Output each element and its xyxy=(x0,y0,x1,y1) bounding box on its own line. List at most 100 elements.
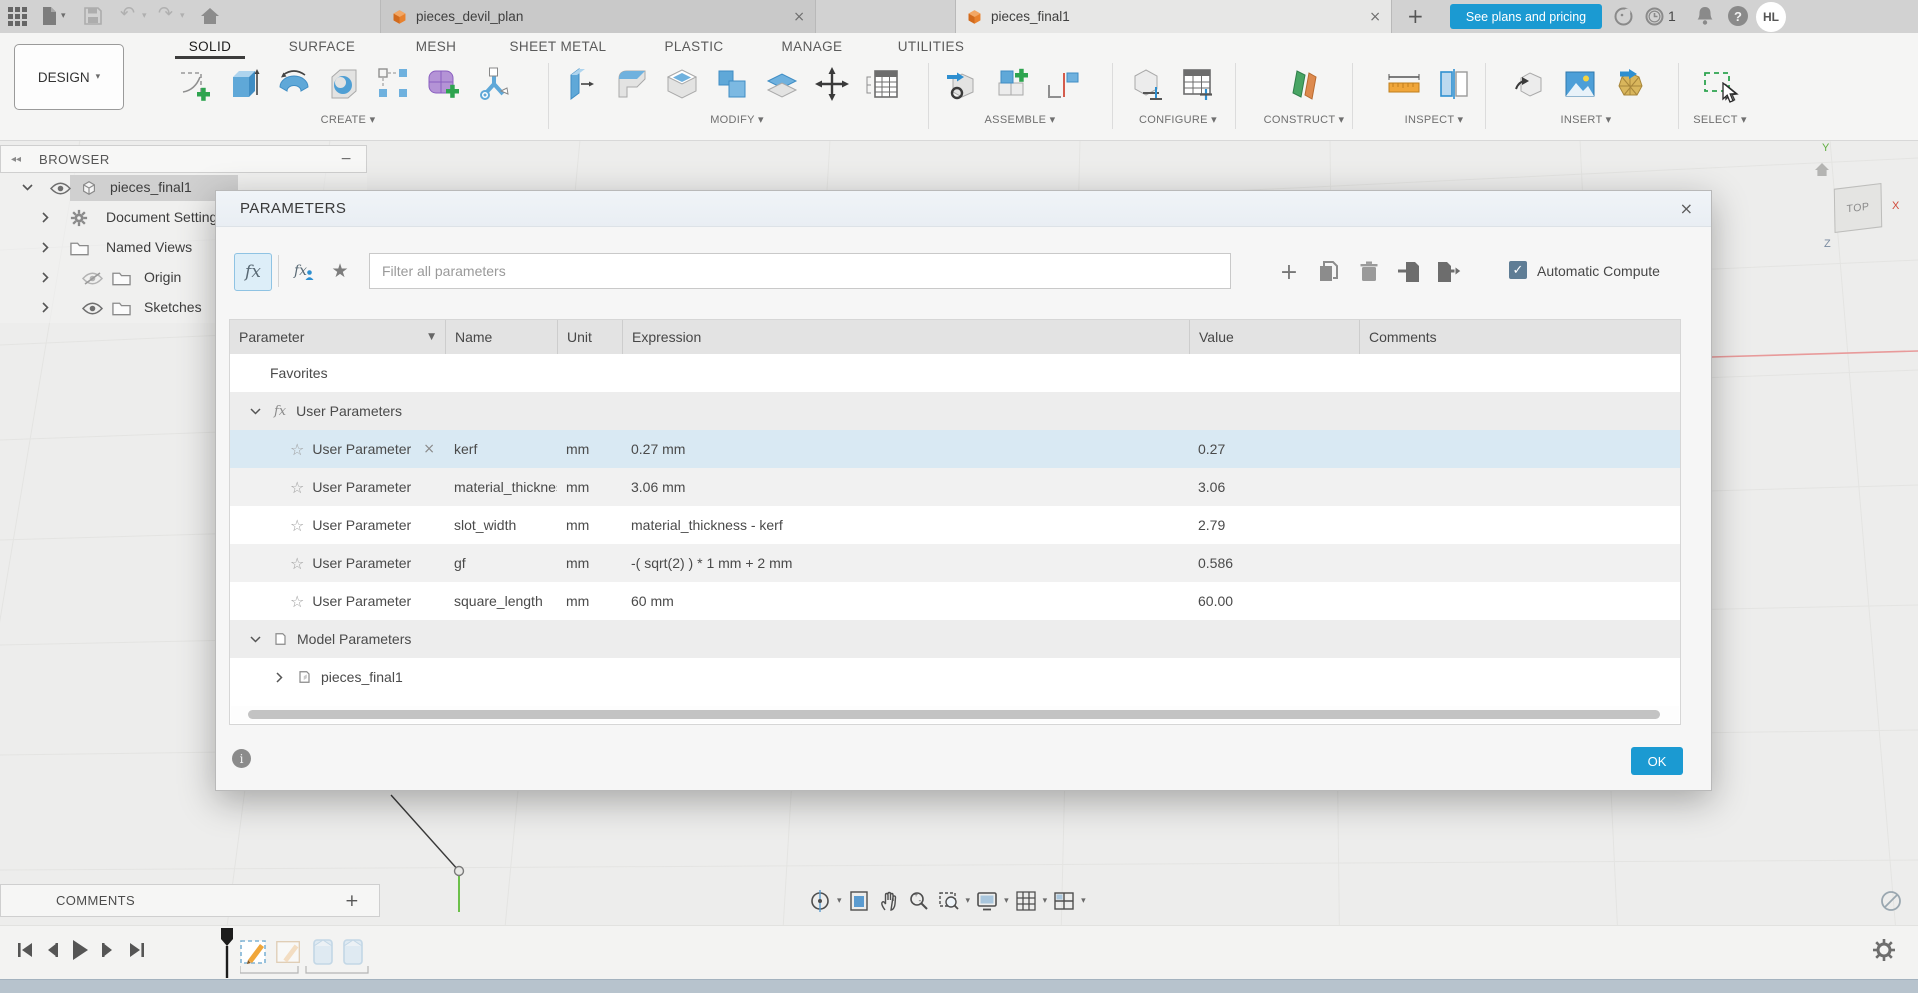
dialog-info-icon[interactable]: i xyxy=(232,749,251,768)
timeline-feature-sketch2-icon[interactable] xyxy=(274,936,304,968)
favorite-star-icon[interactable]: ☆ xyxy=(290,516,304,535)
save-icon[interactable] xyxy=(84,7,102,25)
ribbon-tab-plastic[interactable]: PLASTIC xyxy=(664,39,723,54)
viewports-caret-icon[interactable]: ▾ xyxy=(1081,896,1086,906)
group-label-construct[interactable]: CONSTRUCT ▾ xyxy=(1262,113,1346,126)
column-header-name[interactable]: Name xyxy=(445,320,557,354)
browser-item-label[interactable]: Sketches xyxy=(144,299,202,315)
add-parameter-icon[interactable]: + xyxy=(1276,259,1302,285)
group-label-select[interactable]: SELECT ▾ xyxy=(1690,113,1750,126)
visibility-eye-icon[interactable] xyxy=(82,302,103,315)
job-status-icon[interactable] xyxy=(1645,7,1664,26)
configuration-table-icon[interactable] xyxy=(1176,60,1220,108)
parameter-name[interactable]: slot_width xyxy=(445,517,557,533)
column-header-parameter[interactable]: Parameter▼ xyxy=(230,320,445,354)
group-label-assemble[interactable]: ASSEMBLE ▾ xyxy=(940,113,1100,126)
parameter-expression[interactable]: 60 mm xyxy=(622,593,1189,609)
timeline-playhead-marker[interactable] xyxy=(218,927,236,979)
dialog-close-icon[interactable]: × xyxy=(1680,199,1693,218)
canvas-image-icon[interactable] xyxy=(1558,60,1602,108)
model-parameters-group-row[interactable]: Model Parameters xyxy=(230,620,1680,658)
chevron-right-icon[interactable] xyxy=(42,302,49,313)
sort-caret-icon[interactable]: ▼ xyxy=(428,332,435,342)
pan-icon[interactable] xyxy=(876,888,902,914)
scrollbar-thumb[interactable] xyxy=(248,710,1660,719)
dialog-titlebar[interactable]: PARAMETERS xyxy=(216,191,1711,227)
grid-snap-icon[interactable] xyxy=(1013,888,1039,914)
parameter-unit[interactable]: mm xyxy=(557,593,622,609)
browser-item-label[interactable]: Origin xyxy=(144,269,181,285)
parameter-unit[interactable]: mm xyxy=(557,441,622,457)
change-parameters-icon[interactable] xyxy=(860,60,904,108)
plans-pricing-button[interactable]: See plans and pricing xyxy=(1450,4,1602,29)
parameter-row-material-thickness[interactable]: ☆ User Parameter material_thickness mm 3… xyxy=(230,468,1680,506)
insert-derive-icon[interactable] xyxy=(1508,60,1552,108)
user-parameters-group-row[interactable]: fx User Parameters xyxy=(230,392,1680,430)
viewcube[interactable]: Y TOP X Z xyxy=(1808,150,1913,260)
delete-row-icon[interactable]: × xyxy=(423,441,435,457)
look-at-icon[interactable] xyxy=(846,888,872,914)
parameter-name[interactable]: kerf xyxy=(445,441,557,457)
parameter-unit[interactable]: mm xyxy=(557,479,622,495)
comment-indicator-icon[interactable] xyxy=(1880,890,1902,912)
chevron-right-icon[interactable] xyxy=(276,672,283,683)
sketch-line[interactable] xyxy=(391,795,459,871)
timeline-step-forward-icon[interactable] xyxy=(100,942,116,958)
undo-icon[interactable]: ↶ xyxy=(120,3,135,24)
tab-close-icon[interactable]: × xyxy=(1369,9,1381,25)
viewcube-home-icon[interactable] xyxy=(1814,162,1830,178)
delete-parameter-icon[interactable] xyxy=(1356,259,1382,285)
ribbon-tab-solid[interactable]: SOLID xyxy=(189,39,232,54)
parameter-row-kerf[interactable]: ☆ User Parameter × kerf mm 0.27 mm 0.27 xyxy=(230,430,1680,468)
browser-item-label[interactable]: pieces_final1 xyxy=(110,179,192,195)
timeline-feature-extrude1-icon[interactable] xyxy=(310,936,338,968)
export-parameters-icon[interactable] xyxy=(1436,259,1462,285)
insert-component-icon[interactable] xyxy=(940,60,984,108)
construct-plane-icon[interactable] xyxy=(1282,60,1326,108)
settings-gear-icon[interactable] xyxy=(1872,938,1896,962)
orbit-icon[interactable] xyxy=(807,888,833,914)
file-menu-icon[interactable] xyxy=(42,6,57,26)
home-icon[interactable] xyxy=(200,6,220,26)
move-copy-icon[interactable] xyxy=(810,60,854,108)
parameter-expression[interactable]: -( sqrt(2) ) * 1 mm + 2 mm xyxy=(622,555,1189,571)
duplicate-parameter-icon[interactable] xyxy=(1316,259,1342,285)
document-tab-pieces-final1[interactable]: pieces_final1 × xyxy=(955,0,1392,33)
visibility-off-eye-icon[interactable] xyxy=(82,272,103,285)
configure-icon[interactable] xyxy=(1126,60,1170,108)
timeline-go-to-end-icon[interactable] xyxy=(128,941,146,959)
show-all-parameters-toggle[interactable]: fx xyxy=(234,253,272,291)
help-icon[interactable]: ? xyxy=(1728,6,1748,26)
chevron-down-icon[interactable] xyxy=(22,184,33,191)
chevron-down-icon[interactable] xyxy=(250,636,261,643)
timeline-step-back-icon[interactable] xyxy=(44,942,60,958)
measure-icon[interactable] xyxy=(1382,60,1426,108)
redo-icon[interactable]: ↷ xyxy=(158,3,173,24)
app-grid-icon[interactable] xyxy=(8,7,27,26)
chevron-right-icon[interactable] xyxy=(42,242,49,253)
parameter-expression[interactable]: 3.06 mm xyxy=(622,479,1189,495)
parameter-expression[interactable]: 0.27 mm xyxy=(622,441,1189,457)
pattern-icon[interactable] xyxy=(372,60,416,108)
timeline-play-icon[interactable] xyxy=(70,939,90,961)
favorites-section-row[interactable]: Favorites xyxy=(230,354,1680,392)
viewcube-top-face[interactable]: TOP xyxy=(1834,183,1882,233)
visibility-eye-icon[interactable] xyxy=(50,182,71,195)
ribbon-tab-manage[interactable]: MANAGE xyxy=(782,39,843,54)
column-header-comments[interactable]: Comments xyxy=(1359,320,1682,354)
section-analysis-icon[interactable] xyxy=(1432,60,1476,108)
column-header-unit[interactable]: Unit xyxy=(557,320,622,354)
parameter-row-square-length[interactable]: ☆ User Parameter square_length mm 60 mm … xyxy=(230,582,1680,620)
browser-collapse-icon[interactable]: ◂◂ xyxy=(11,154,21,165)
combine-icon[interactable] xyxy=(710,60,754,108)
ribbon-tab-surface[interactable]: SURFACE xyxy=(289,39,356,54)
column-header-value[interactable]: Value xyxy=(1189,320,1359,354)
parameter-name[interactable]: material_thickness xyxy=(445,479,557,495)
timeline-feature-extrude2-icon[interactable] xyxy=(340,936,368,968)
viewports-icon[interactable] xyxy=(1051,888,1077,914)
column-header-expression[interactable]: Expression xyxy=(622,320,1189,354)
favorite-star-icon[interactable]: ☆ xyxy=(290,478,304,497)
hole-icon[interactable] xyxy=(322,60,366,108)
create-form-icon[interactable] xyxy=(422,60,466,108)
user-parameters-filter-button[interactable]: fx xyxy=(286,253,322,289)
